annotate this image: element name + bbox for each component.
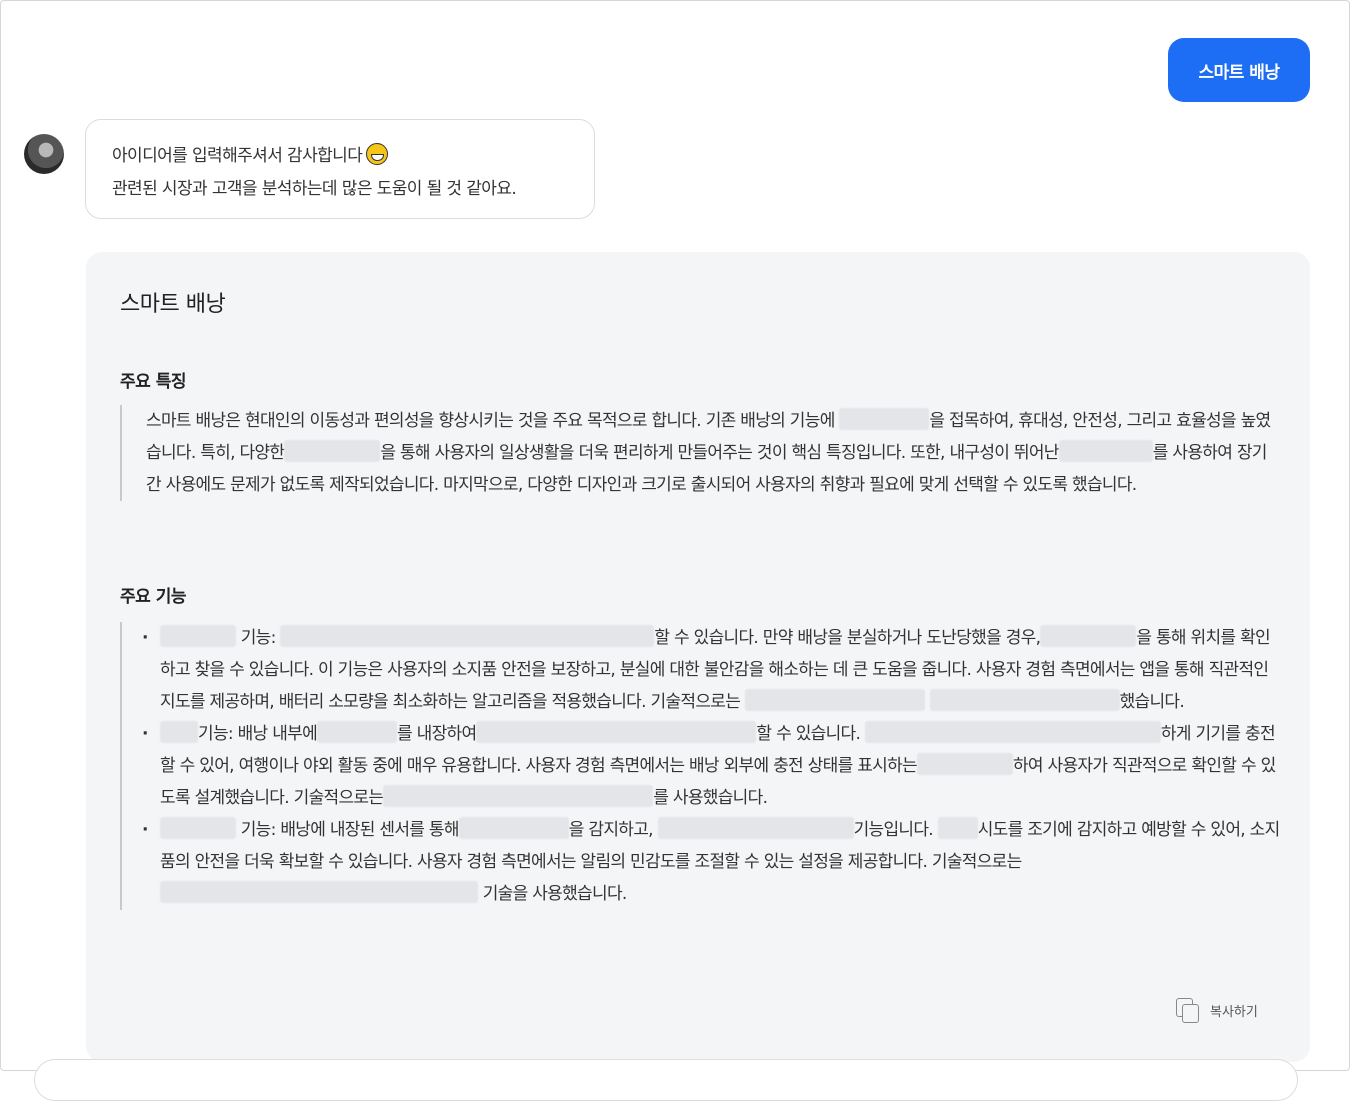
message-input-box[interactable] [34,1059,1298,1101]
redacted-text [937,817,978,839]
redacted-text [1040,625,1137,647]
list-item: 기능: 배낭 내부에를 내장하여할 수 있습니다. 하게 기기를 충전할 수 있… [142,718,1280,814]
redacted-text [160,881,478,903]
item3-text-e: 기술을 사용했습니다. [482,884,628,904]
result-card: 스마트 배낭 주요 특징 스마트 배낭은 현대인의 이동성과 편의성을 향상시키… [86,252,1310,1062]
redacted-text [657,817,854,839]
section-heading-functions: 주요 기능 [120,587,186,607]
copy-button[interactable]: 복사하기 [1176,998,1258,1023]
item2-text-b: 를 내장하여 [397,724,477,744]
redacted-text [744,689,925,711]
functions-list: 기능: 할 수 있습니다. 만약 배낭을 분실하거나 도난당했을 경우,을 통해… [142,622,1280,910]
item3-text-b: 을 감지하고, [568,820,658,840]
features-text-c: 을 통해 사용자의 일상생활을 더욱 편리하게 만들어주는 것이 핵심 특징입니… [380,443,1059,463]
item1-text-a: 기능: [240,628,281,648]
redacted-text [839,408,930,430]
user-message-bubble: 스마트 배낭 [1168,38,1310,102]
redacted-text [383,785,654,807]
redacted-text [280,625,655,647]
user-message-text: 스마트 배낭 [1198,62,1280,83]
list-item: 기능: 할 수 있습니다. 만약 배낭을 분실하거나 도난당했을 경우,을 통해… [142,622,1280,718]
redacted-text [864,721,1161,743]
copy-icon [1176,998,1200,1023]
redacted-text [284,440,381,462]
assistant-avatar [24,134,64,174]
assistant-message-bubble: 아이디어를 입력해주셔서 감사합니다 관련된 시장과 고객을 분석하는데 많은 … [85,119,595,219]
redacted-text [160,721,198,743]
item3-text-a: 기능: 배낭에 내장된 센서를 통해 [240,820,460,840]
redacted-text [160,625,236,647]
item1-text-d: 했습니다. [1119,692,1185,712]
redacted-text [317,721,398,743]
item2-text-f: 를 사용했습니다. [653,788,768,808]
item2-text-c: 할 수 있습니다. [756,724,865,744]
assistant-message-line-1: 아이디어를 입력해주셔서 감사합니다 [112,146,363,166]
item1-text-b: 할 수 있습니다. 만약 배낭을 분실하거나 도난당했을 경우, [654,628,1041,648]
redacted-text [929,689,1120,711]
item2-text-a: 기능: 배낭 내부에 [198,724,318,744]
redacted-text [458,817,569,839]
card-title: 스마트 배낭 [120,292,226,317]
functions-block: 기능: 할 수 있습니다. 만약 배낭을 분실하거나 도난당했을 경우,을 통해… [120,622,1280,910]
copy-label: 복사하기 [1210,1004,1258,1020]
redacted-text [160,817,236,839]
list-item: 기능: 배낭에 내장된 센서를 통해을 감지하고, 기능입니다. 시도를 조기에… [142,814,1280,910]
redacted-text [476,721,757,743]
features-paragraph: 스마트 배낭은 현대인의 이동성과 편의성을 향상시키는 것을 주요 목적으로 … [120,405,1280,501]
assistant-message-line-2: 관련된 시장과 고객을 분석하는데 많은 도움이 될 것 같아요. [112,179,517,199]
section-heading-features: 주요 특징 [120,372,186,392]
grinning-face-icon [366,143,389,165]
item3-text-c: 기능입니다. [853,820,938,840]
features-text-a: 스마트 배낭은 현대인의 이동성과 편의성을 향상시키는 것을 주요 목적으로 … [146,411,840,431]
redacted-text [916,753,1013,775]
redacted-text [1058,440,1153,462]
